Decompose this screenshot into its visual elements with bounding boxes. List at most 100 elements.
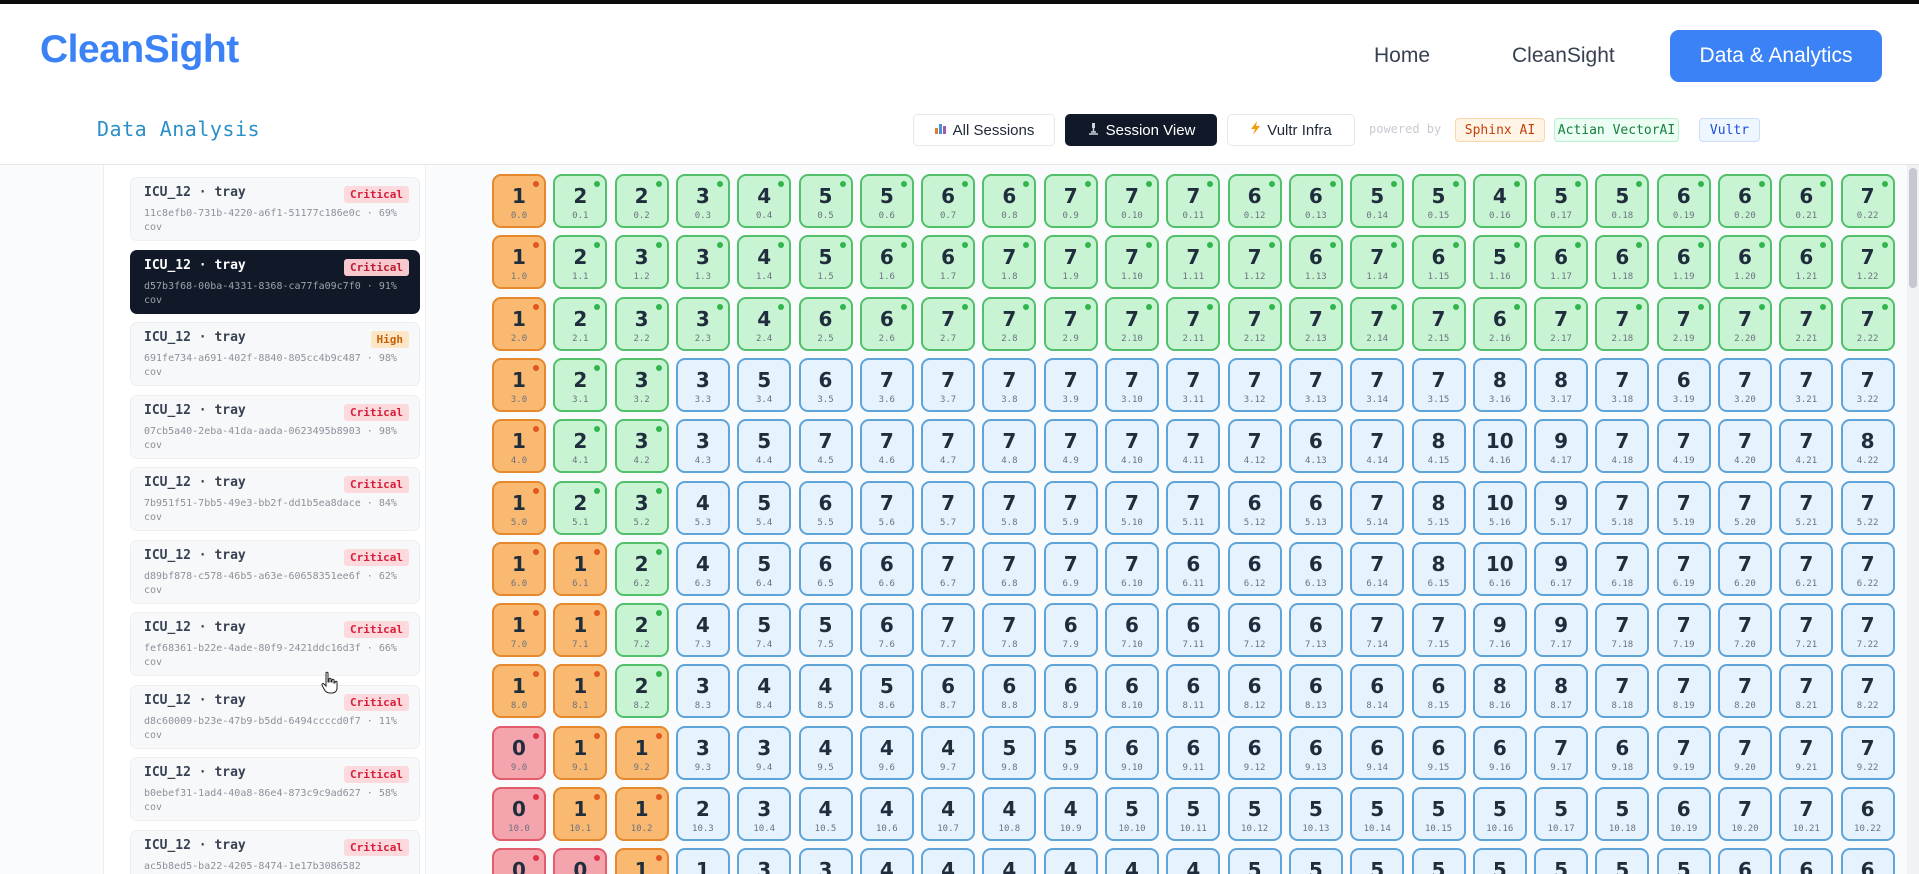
heatmap-cell[interactable]: 7 1.11 <box>1166 235 1221 290</box>
heatmap-cell[interactable]: 3 4.3 <box>675 419 730 474</box>
heatmap-cell[interactable]: 3 8.3 <box>675 664 730 719</box>
nav-cleansight-link[interactable]: CleanSight <box>1512 44 1615 68</box>
heatmap-cell[interactable]: 7 6.18 <box>1595 541 1650 596</box>
all-sessions-button[interactable]: All Sessions <box>913 114 1055 146</box>
heatmap-cell[interactable]: 3 3.2 <box>614 357 669 412</box>
heatmap-cell[interactable]: 611.22 <box>1840 848 1895 874</box>
heatmap-cell[interactable]: 111.3 <box>675 848 730 874</box>
heatmap-cell[interactable]: 2 1.1 <box>553 235 608 290</box>
heatmap-cell[interactable]: 7 5.6 <box>859 480 914 535</box>
heatmap-cell[interactable]: 6 0.12 <box>1227 174 1282 228</box>
heatmap-cell[interactable]: 7 5.19 <box>1656 480 1711 535</box>
heatmap-cell[interactable]: 3 9.4 <box>737 725 792 780</box>
heatmap-cell[interactable]: 1 7.0 <box>492 603 546 658</box>
heatmap-cell[interactable]: 1 6.1 <box>553 541 608 596</box>
heatmap-cell[interactable]: 6 5.5 <box>798 480 853 535</box>
heatmap-cell[interactable]: 7 2.18 <box>1595 296 1650 351</box>
heatmap-cell[interactable]: 4 10.9 <box>1043 787 1098 841</box>
heatmap-cell[interactable]: 7 1.8 <box>982 235 1037 290</box>
heatmap-cell[interactable]: 1 1.0 <box>492 235 546 290</box>
heatmap-cell[interactable]: 10 5.16 <box>1472 480 1527 535</box>
heatmap-cell[interactable]: 7 3.10 <box>1105 357 1159 412</box>
heatmap-cell[interactable]: 7 2.22 <box>1840 296 1895 351</box>
heatmap-cell[interactable]: 7 4.5 <box>798 419 853 474</box>
scrollbar-thumb[interactable] <box>1909 168 1917 288</box>
heatmap-cell[interactable]: 7 6.9 <box>1043 541 1098 596</box>
heatmap-cell[interactable]: 6 7.6 <box>859 603 914 658</box>
heatmap-cell[interactable]: 7 3.18 <box>1595 357 1650 412</box>
heatmap-cell[interactable]: 6 3.19 <box>1656 357 1711 412</box>
heatmap-cell[interactable]: 9 7.17 <box>1534 603 1589 658</box>
heatmap-cell[interactable]: 8 8.16 <box>1472 664 1527 719</box>
heatmap-cell[interactable]: 6 7.13 <box>1288 603 1343 658</box>
heatmap-cell[interactable]: 6 8.10 <box>1105 664 1159 719</box>
heatmap-cell[interactable]: 511.19 <box>1656 848 1711 874</box>
heatmap-cell[interactable]: 7 3.8 <box>982 357 1037 412</box>
heatmap-cell[interactable]: 5 0.6 <box>859 174 914 228</box>
heatmap-cell[interactable]: 6 0.8 <box>982 174 1037 228</box>
heatmap-cell[interactable]: 6 9.15 <box>1411 725 1466 780</box>
heatmap-cell[interactable]: 3 1.2 <box>614 235 669 290</box>
heatmap-cell[interactable]: 7 3.7 <box>921 357 976 412</box>
heatmap-cell[interactable]: 5 10.12 <box>1227 787 1282 841</box>
heatmap-cell[interactable]: 5 10.15 <box>1411 787 1466 841</box>
heatmap-cell[interactable]: 011.0 <box>492 848 546 874</box>
heatmap-cell[interactable]: 511.16 <box>1472 848 1527 874</box>
session-card[interactable]: ICU_12 · tray Critical 11c8efb0-731b-4220-… <box>130 177 420 241</box>
heatmap-cell[interactable]: 7 6.7 <box>921 541 976 596</box>
heatmap-cell[interactable]: 5 7.4 <box>737 603 792 658</box>
heatmap-cell[interactable]: 8 3.16 <box>1472 357 1527 412</box>
heatmap-cell[interactable]: 6 8.7 <box>921 664 976 719</box>
heatmap-cell[interactable]: 7 9.17 <box>1534 725 1589 780</box>
heatmap-cell[interactable]: 3 3.3 <box>675 357 730 412</box>
session-card[interactable]: ICU_12 · tray Critical fef68361-b22e-4ade-… <box>130 612 420 676</box>
heatmap-cell[interactable]: 4 10.5 <box>798 787 853 841</box>
heatmap-cell[interactable]: 7 3.14 <box>1350 357 1405 412</box>
heatmap-cell[interactable]: 5 0.15 <box>1411 174 1466 228</box>
heatmap-cell[interactable]: 6 5.12 <box>1227 480 1282 535</box>
heatmap-cell[interactable]: 7 8.19 <box>1656 664 1711 719</box>
heatmap-cell[interactable]: 6 3.5 <box>798 357 853 412</box>
heatmap-cell[interactable]: 4 8.5 <box>798 664 853 719</box>
heatmap-cell[interactable]: 7 2.7 <box>921 296 976 351</box>
heatmap-cell[interactable]: 5 7.5 <box>798 603 853 658</box>
heatmap-cell[interactable]: 7 10.20 <box>1718 787 1772 841</box>
heatmap-cell[interactable]: 1 7.1 <box>553 603 608 658</box>
heatmap-cell[interactable]: 7 3.20 <box>1718 357 1772 412</box>
heatmap-cell[interactable]: 6 8.15 <box>1411 664 1466 719</box>
session-card[interactable]: ICU_12 · tray Critical d89bf878-c578-46b5-… <box>130 539 420 604</box>
heatmap-cell[interactable]: 6 9.14 <box>1350 725 1405 780</box>
heatmap-cell[interactable]: 7 7.20 <box>1718 603 1772 658</box>
heatmap-cell[interactable]: 6 0.7 <box>921 174 976 228</box>
heatmap-cell[interactable]: 7 2.9 <box>1043 296 1098 351</box>
heatmap-cell[interactable]: 7 4.12 <box>1227 419 1282 474</box>
heatmap-cell[interactable]: 8 6.15 <box>1411 541 1466 596</box>
heatmap-cell[interactable]: 1 5.0 <box>492 480 546 535</box>
heatmap-cell[interactable]: 2 0.2 <box>614 174 669 228</box>
heatmap-cell[interactable]: 6 0.19 <box>1656 174 1711 228</box>
heatmap-cell[interactable]: 8 4.15 <box>1411 419 1466 474</box>
heatmap-cell[interactable]: 7 7.19 <box>1656 603 1711 658</box>
heatmap-cell[interactable]: 2 3.1 <box>553 357 608 412</box>
heatmap-cell[interactable]: 7 1.12 <box>1227 235 1282 290</box>
heatmap-cell[interactable]: 4 10.8 <box>982 787 1037 841</box>
heatmap-cell[interactable]: 7 3.12 <box>1227 357 1282 412</box>
heatmap-cell[interactable]: 1 9.2 <box>614 725 669 780</box>
heatmap-cell[interactable]: 7 3.21 <box>1779 357 1834 412</box>
heatmap-cell[interactable]: 7 8.21 <box>1779 664 1834 719</box>
heatmap-cell[interactable]: 7 4.8 <box>982 419 1037 474</box>
heatmap-cell[interactable]: 5 5.4 <box>737 480 792 535</box>
heatmap-cell[interactable]: 7 8.18 <box>1595 664 1650 719</box>
heatmap-cell[interactable]: 6 8.8 <box>982 664 1037 719</box>
heatmap-cell[interactable]: 2 5.1 <box>553 480 608 535</box>
heatmap-cell[interactable]: 7 3.22 <box>1840 357 1895 412</box>
heatmap-cell[interactable]: 8 4.22 <box>1840 419 1895 474</box>
heatmap-cell[interactable]: 5 6.4 <box>737 541 792 596</box>
heatmap-cell[interactable]: 1 2.0 <box>492 296 546 351</box>
heatmap-cell[interactable]: 7 1.10 <box>1105 235 1159 290</box>
session-view-button[interactable]: Session View <box>1065 114 1217 146</box>
heatmap-cell[interactable]: 1 4.0 <box>492 419 546 474</box>
nav-data-analytics-button[interactable]: Data & Analytics <box>1670 30 1882 82</box>
heatmap-cell[interactable]: 311.4 <box>737 848 792 874</box>
heatmap-cell[interactable]: 7 6.8 <box>982 541 1037 596</box>
